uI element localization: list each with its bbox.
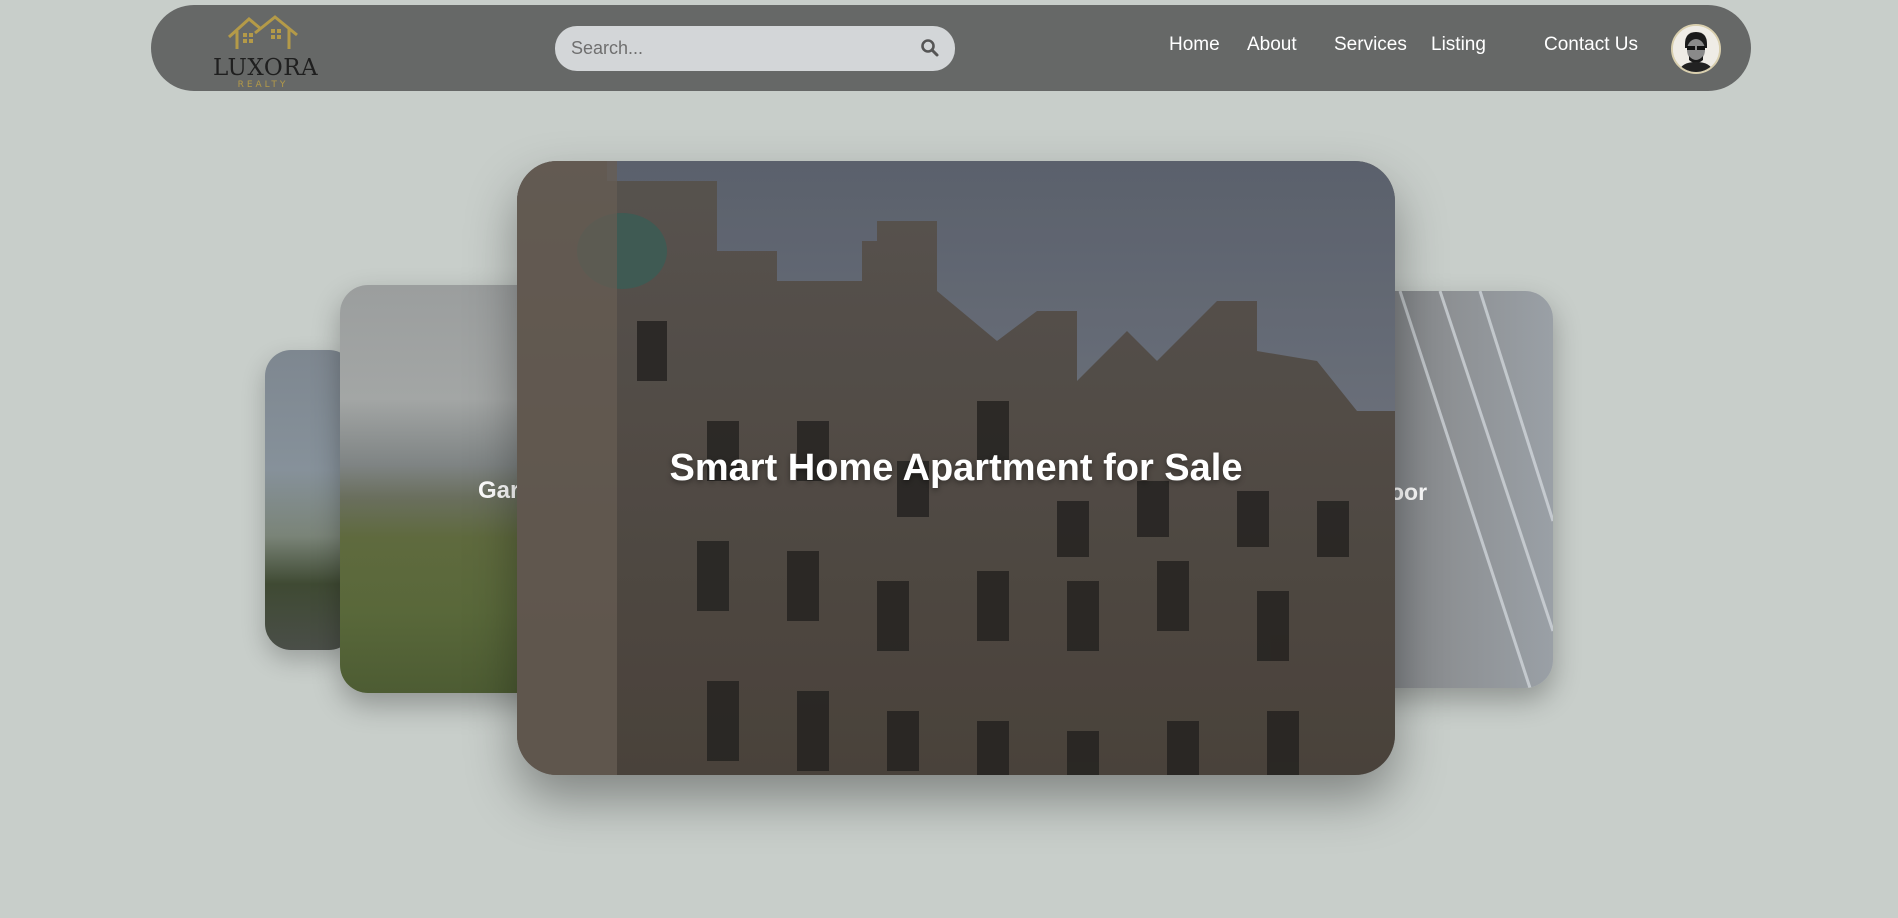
nav-contact-us[interactable]: Contact Us xyxy=(1544,34,1638,56)
logo-wordmark: LUXORA xyxy=(213,55,319,81)
search-bar xyxy=(555,26,955,71)
luxora-logo[interactable]: LUXORA REALTY xyxy=(213,13,319,90)
nav-home[interactable]: Home xyxy=(1169,34,1220,56)
card-title: oor xyxy=(1390,479,1428,505)
user-portrait-icon xyxy=(1673,26,1719,72)
nav-about[interactable]: About xyxy=(1247,34,1297,56)
carousel-card-active[interactable]: Smart Home Apartment for Sale xyxy=(517,161,1395,775)
search-icon[interactable] xyxy=(920,38,940,58)
logo-tagline: REALTY xyxy=(237,80,289,90)
card-title: Gar xyxy=(478,477,520,504)
nav-services[interactable]: Services xyxy=(1334,34,1407,56)
card-title: Smart Home Apartment for Sale xyxy=(669,447,1243,489)
house-logo-icon xyxy=(227,15,298,49)
nav-listing[interactable]: Listing xyxy=(1431,34,1486,56)
search-input[interactable] xyxy=(555,26,911,71)
user-avatar[interactable] xyxy=(1671,24,1721,74)
top-navbar: LUXORA REALTY Home About Services Listin… xyxy=(151,5,1751,91)
